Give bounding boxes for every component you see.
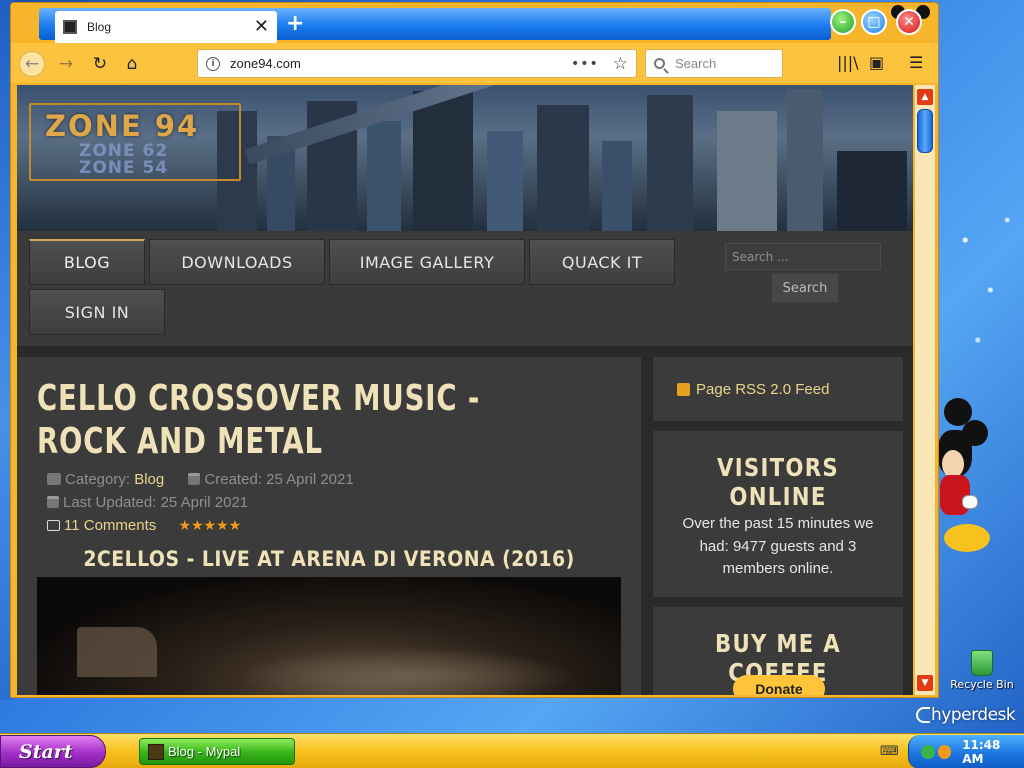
site-search-input[interactable] [725,243,881,270]
address-url[interactable]: zone94.com [230,56,571,71]
scrollbar-thumb[interactable] [917,109,933,153]
rss-feed-link[interactable]: Page RSS 2.0 Feed [696,381,829,398]
tab-title: Blog [87,20,112,34]
article-meta-updated: Last Updated: 25 April 2021 [47,494,248,511]
comment-icon [47,520,60,531]
article-title: CELLO CROSSOVER MUSIC - ROCK AND METAL [37,378,481,462]
menu-item-sign-in[interactable]: SIGN IN [29,289,165,335]
browser-search-input[interactable] [675,56,771,71]
visitors-heading: VISITORS ONLINE [716,453,840,511]
reload-icon: ↻ [92,54,108,74]
maximize-button[interactable]: □ [861,9,887,35]
keyboard-tray-icon[interactable]: ⌨ [880,744,899,759]
site-banner: ZONE 94 ZONE 62 ZONE 54 [17,85,913,231]
scroll-down-arrow-icon[interactable]: ▼ [917,675,933,691]
menu-item-image-gallery[interactable]: IMAGE GALLERY [329,239,525,285]
system-tray: 11:48 AM [908,735,1024,768]
visitors-text: Over the past 15 minutes we had: 9477 gu… [653,511,903,581]
new-tab-button[interactable]: + [286,13,304,35]
address-bar[interactable]: i zone94.com ••• ☆ [197,49,637,78]
library-icon[interactable]: |||\ [837,53,859,72]
search-icon [654,58,665,69]
volume-tray-icon[interactable] [937,745,952,759]
taskbar-item-label: Blog - Mypal [168,744,241,759]
rss-icon [677,382,690,396]
page-viewport: ZONE 94 ZONE 62 ZONE 54 BLOG DOWNLOADS IM… [17,85,913,695]
back-button[interactable]: ← [19,51,45,77]
taskbar: Start Blog - Mypal ⌨ 11:48 AM [0,733,1024,768]
page-actions-menu-icon[interactable]: ••• [571,56,599,72]
recycle-bin-desktop-icon[interactable]: Recycle Bin [940,650,1024,691]
start-button[interactable]: Start [0,735,106,768]
rating-stars[interactable]: ★★★★★ [178,517,241,533]
close-icon: ✕ [903,14,915,30]
site-main-menu: BLOG DOWNLOADS IMAGE GALLERY QUACK IT SI… [17,231,913,346]
created-date: Created: 25 April 2021 [204,471,354,488]
menu-item-blog[interactable]: BLOG [29,239,145,285]
logo-main-text: ZONE 94 [45,109,200,143]
calendar-icon [47,496,59,508]
navigation-toolbar: ← → ↻ ⌂ i zone94.com ••• ☆ |||\ ▣ ☰ [11,43,938,83]
close-window-button[interactable]: ✕ [896,9,922,35]
site-info-icon[interactable]: i [206,56,220,71]
reload-button[interactable]: ↻ [87,51,113,77]
clock[interactable]: 11:48 AM [962,738,1024,766]
arena-structure [77,627,157,677]
tab-blog[interactable]: Blog ✕ [55,11,277,43]
hyperdesk-logo: hyperdesk [916,705,1016,725]
video-player[interactable] [37,577,621,695]
home-icon: ⌂ [126,54,138,74]
menu-item-downloads[interactable]: DOWNLOADS [149,239,325,285]
last-updated-date: Last Updated: 25 April 2021 [63,494,249,511]
bookmark-star-icon[interactable]: ☆ [613,54,628,74]
taskbar-item-mypal[interactable]: Blog - Mypal [139,738,295,765]
article-meta-category: Category: Blog Created: 25 April 2021 [47,471,354,488]
home-button[interactable]: ⌂ [119,51,145,77]
rss-feed-box: Page RSS 2.0 Feed [653,357,903,421]
buy-me-coffee-module: BUY ME A COFFEE Donate [653,607,903,695]
site-logo[interactable]: ZONE 94 ZONE 62 ZONE 54 [29,103,241,181]
arena-crowd [237,647,577,695]
browser-window: Blog ✕ + – □ ✕ ← → ↻ ⌂ i zone94.com ••• … [10,2,939,698]
minimize-button[interactable]: – [830,9,856,35]
site-search-button[interactable]: Search [771,273,839,303]
video-title: 2CELLOS - LIVE AT ARENA DI VERONA (2016) [83,547,575,571]
menu-item-quack-it[interactable]: QUACK IT [529,239,675,285]
article-meta-comments: 11 Comments ★★★★★ [47,517,241,534]
hamburger-menu-icon[interactable]: ☰ [909,53,923,72]
network-tray-icon[interactable] [921,745,935,759]
visitors-online-module: VISITORS ONLINE Over the past 15 minutes… [653,431,903,597]
tab-bar: Blog ✕ + – □ ✕ [11,3,938,43]
maximize-icon: □ [867,14,881,30]
category-link[interactable]: Blog [134,471,164,488]
hyperdesk-brand-text: hyperdesk [931,705,1016,725]
desktop-wallpaper-sparkles [940,180,1024,380]
forward-arrow-icon: → [58,54,74,74]
site-favicon-icon [63,20,77,34]
logo-sub-text: ZONE 62 ZONE 54 [79,143,168,177]
visitors-line-2: 9477 guests and 3 members online. [722,537,857,578]
recycle-bin-icon [971,650,993,676]
scroll-up-arrow-icon[interactable]: ▲ [917,89,933,105]
blog-article: CELLO CROSSOVER MUSIC - ROCK AND METAL C… [17,357,641,695]
tab-close-icon[interactable]: ✕ [254,18,269,36]
recycle-bin-label: Recycle Bin [950,678,1014,691]
calendar-icon [188,473,201,485]
minimize-icon: – [839,14,847,30]
donate-button[interactable]: Donate [733,675,825,695]
forward-button[interactable]: → [53,51,79,77]
back-arrow-icon: ← [24,54,40,74]
mypal-app-icon [148,743,164,760]
logo-sub-text-2: ZONE 54 [79,158,169,178]
sidebar-toggle-icon[interactable]: ▣ [869,53,884,72]
comments-link[interactable]: 11 Comments [64,517,156,534]
folder-icon [47,473,61,485]
browser-search-box[interactable] [645,49,783,78]
vertical-scrollbar[interactable]: ▲ ▼ [915,85,935,695]
category-label: Category: [65,471,131,488]
